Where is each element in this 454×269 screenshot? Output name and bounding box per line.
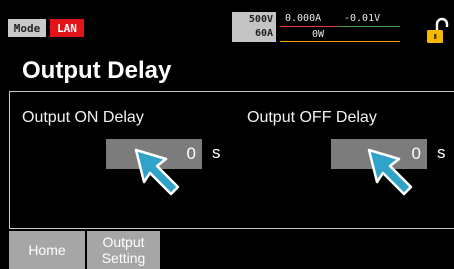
voltage-indicator-line [338,26,400,27]
current-reading: 0.000A [285,13,322,24]
mode-badge[interactable]: Mode [8,19,46,37]
cursor-arrow-icon [134,148,180,196]
output-on-delay-label: Output ON Delay [22,109,144,126]
tab-home[interactable]: Home [9,231,85,269]
current-limit: 60A [254,28,273,39]
output-off-delay-unit: s [437,143,446,162]
tab-output-setting[interactable]: Output Setting [87,231,160,269]
output-on-delay-value: 0 [186,144,196,163]
voltage-limit: 500V [248,14,273,25]
power-indicator-line [280,41,400,42]
output-on-delay-unit: s [212,143,221,162]
cursor-arrow-icon [367,148,413,196]
voltage-reading: -0.01V [344,13,381,24]
page-title: Output Delay [22,57,172,84]
output-off-delay-label: Output OFF Delay [247,109,377,126]
current-indicator-line [280,26,338,27]
tab-output-setting-line1: Output [102,234,145,250]
unlocked-padlock-icon[interactable] [424,17,450,45]
lan-badge: LAN [50,19,84,37]
status-bar: Mode LAN 500V 60A 0.000A -0.01V 0W [0,0,454,54]
limit-display: 500V 60A [232,12,276,42]
power-reading: 0W [312,29,325,40]
tab-home-label: Home [28,242,66,258]
tab-output-setting-line2: Setting [101,250,146,266]
